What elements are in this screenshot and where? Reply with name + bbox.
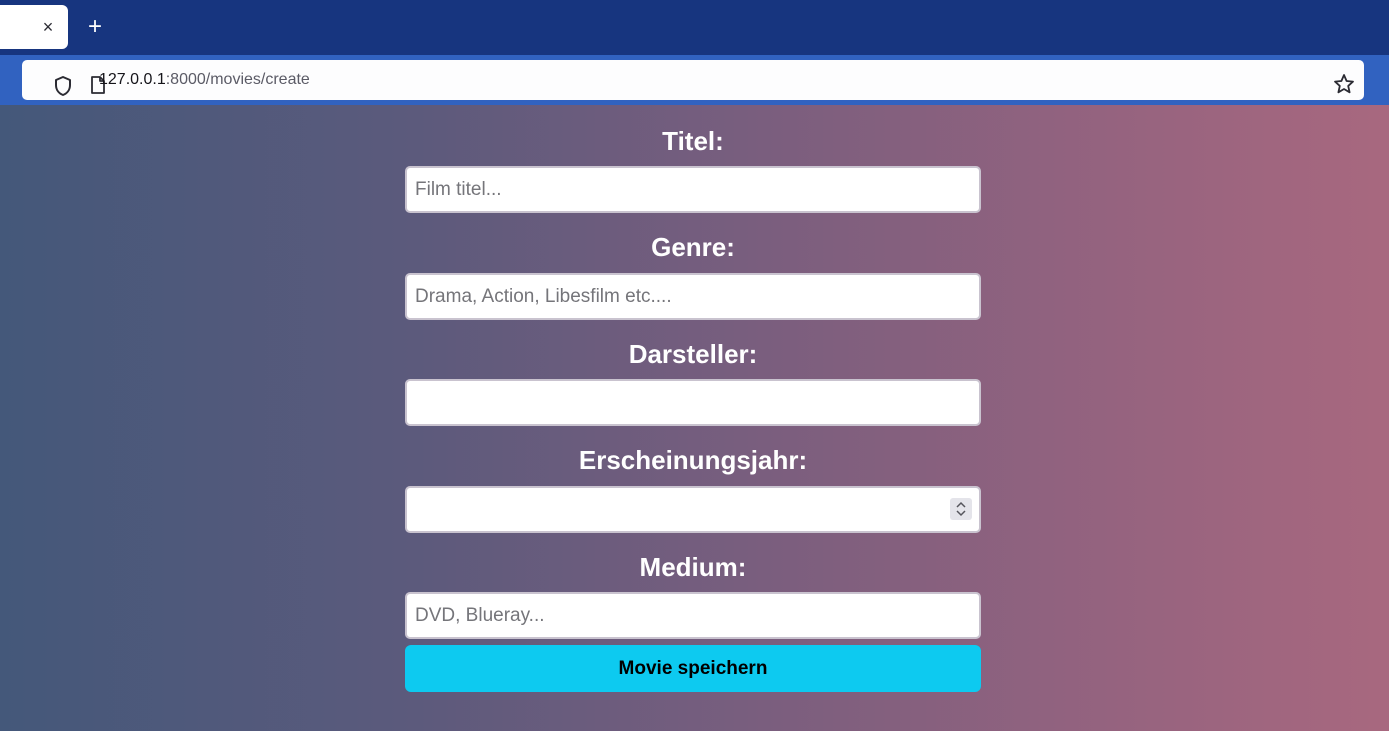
actors-label: Darsteller: (628, 339, 758, 369)
genre-label: Genre: (651, 232, 735, 262)
title-label: Titel: (662, 126, 724, 156)
bookmark-star-icon[interactable] (1333, 73, 1355, 95)
medium-label: Medium: (639, 552, 747, 582)
shield-icon[interactable] (53, 75, 73, 97)
release-year-label: Erscheinungsjahr: (578, 445, 808, 475)
actors-input[interactable] (405, 379, 981, 426)
url-host: 127.0.0.1 (99, 71, 166, 88)
new-tab-icon[interactable]: + (84, 15, 106, 39)
address-bar[interactable]: 127.0.0.1:8000/movies/create (22, 60, 1364, 100)
year-stepper[interactable] (950, 498, 972, 520)
genre-input[interactable] (405, 273, 981, 320)
url-text[interactable]: 127.0.0.1:8000/movies/create (99, 70, 310, 90)
medium-input[interactable] (405, 592, 981, 639)
title-input[interactable] (405, 166, 981, 213)
close-tab-icon[interactable]: × (40, 17, 56, 37)
page-content: Titel: Genre: Darsteller: Erscheinungsja… (0, 105, 1389, 731)
browser-tab[interactable]: × (0, 5, 68, 49)
save-movie-button[interactable]: Movie speichern (405, 645, 981, 692)
stepper-arrows-icon (956, 501, 966, 517)
release-year-input[interactable] (405, 486, 981, 533)
url-path: :8000/movies/create (165, 71, 310, 88)
browser-navbar: 127.0.0.1:8000/movies/create (0, 55, 1389, 105)
browser-tab-strip: × + (0, 0, 1389, 55)
